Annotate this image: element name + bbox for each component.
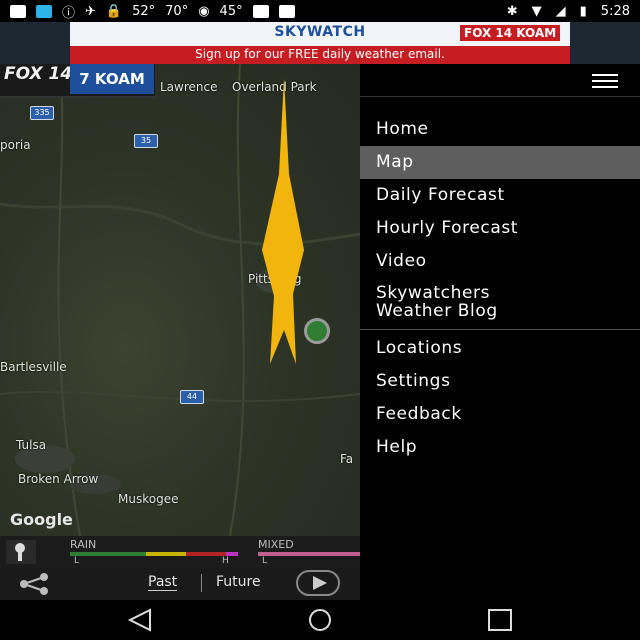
bluetooth-icon: ✱ <box>506 3 518 19</box>
menu-item-map[interactable]: Map <box>360 146 640 179</box>
menu-item-hourly-forecast[interactable]: Hourly Forecast <box>360 212 640 245</box>
temp-2: 70° <box>165 3 189 19</box>
lock-icon: 🔒 <box>105 3 123 19</box>
legend-rain-label: RAIN <box>70 538 97 551</box>
ad-banner[interactable]: SKYWATCH FOX 14 KOAM Sign up for our FRE… <box>70 22 570 64</box>
fan-icon: ✈ <box>85 3 96 19</box>
status-bar: ⓘ ✈ 🔒 52° 70° ◉ 45° ✱ ▼ ◢ ▮ 5:28 <box>0 0 640 22</box>
future-tab[interactable]: Future <box>216 574 261 590</box>
menu-divider <box>360 329 640 330</box>
legend-rain-green <box>70 552 146 556</box>
menu-item-daily-forecast[interactable]: Daily Forecast <box>360 179 640 212</box>
menu-item-home[interactable]: Home <box>360 113 640 146</box>
status-left: ⓘ ✈ 🔒 52° 70° ◉ 45° <box>0 2 295 21</box>
menu-item-skywatchers-blog[interactable]: Skywatchers Weather Blog <box>360 278 640 327</box>
recents-icon[interactable] <box>480 606 520 634</box>
legend-rain-low: L <box>74 556 80 566</box>
annotation-arrow <box>262 78 304 364</box>
share-icon[interactable] <box>14 572 54 596</box>
precip-legend: RAIN L H MIXED L <box>0 536 360 568</box>
legend-rain-yellow <box>146 552 186 556</box>
nav-drawer: Home Map Daily Forecast Hourly Forecast … <box>360 64 640 600</box>
menu-item-settings[interactable]: Settings <box>360 365 640 398</box>
key-icon[interactable] <box>6 540 36 564</box>
signal-icon: ◢ <box>555 3 566 19</box>
menu-item-help[interactable]: Help <box>360 431 640 464</box>
legend-mixed-low: L <box>262 556 268 566</box>
past-tab[interactable]: Past <box>148 574 178 591</box>
ad-gutter-left <box>0 22 70 64</box>
home-icon[interactable] <box>300 606 340 634</box>
menu-item-locations[interactable]: Locations <box>360 332 640 365</box>
message-icon <box>10 4 26 18</box>
clock: 5:28 <box>600 3 630 19</box>
menu-item-video[interactable]: Video <box>360 245 640 278</box>
temp-1: 52° <box>132 3 156 19</box>
legend-rain-high: H <box>222 556 229 566</box>
ad-gutter-right <box>570 22 640 64</box>
legend-rain-red <box>186 552 226 556</box>
back-icon[interactable] <box>120 606 160 634</box>
drawer-header <box>360 64 640 97</box>
ad-text: Sign up for our FREE daily weather email… <box>195 47 445 61</box>
battery-icon: ▮ <box>579 3 587 19</box>
play-button[interactable] <box>296 570 340 596</box>
wifi-icon: ▼ <box>531 3 542 19</box>
menu-item-feedback[interactable]: Feedback <box>360 398 640 431</box>
tab-separator <box>201 574 202 592</box>
radar-map[interactable]: FOX 14 7 KOAM Lawrence Overland Park por… <box>0 64 360 536</box>
hamburger-menu-icon[interactable] <box>592 74 618 88</box>
ad-station: FOX 14 KOAM <box>460 25 561 41</box>
legend-mixed-bar <box>258 552 360 556</box>
status-right: ✱ ▼ ◢ ▮ 5:28 <box>507 0 630 22</box>
info-icon: ⓘ <box>62 5 76 21</box>
mail-icon <box>252 4 269 18</box>
system-nav-bar <box>0 600 640 640</box>
cat-icon: ◉ <box>198 3 210 19</box>
location-pin-icon[interactable] <box>304 318 330 344</box>
legend-mixed-label: MIXED <box>258 538 294 551</box>
playback-controls: Past Future <box>0 568 360 600</box>
app-d-icon <box>36 4 52 18</box>
bag-icon <box>278 4 295 18</box>
temp-3: 45° <box>219 3 243 19</box>
